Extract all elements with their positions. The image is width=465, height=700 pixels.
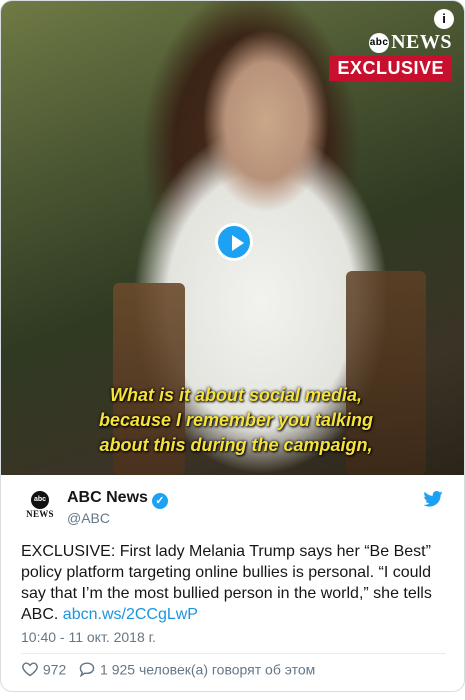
video-caption: What is it about social media, because I… (98, 385, 374, 455)
divider (21, 653, 446, 654)
abc-news-logo: abc NEWS (369, 31, 452, 54)
tweet-card: i abc NEWS EXCLUSIVE What is it about soc… (0, 0, 465, 692)
heart-icon[interactable] (21, 661, 39, 677)
tweet-author: abc NEWS ABC News ✓ @ABC (21, 487, 446, 527)
tweet-text: EXCLUSIVE: First lady Melania Trump says… (21, 541, 446, 625)
info-icon[interactable]: i (434, 9, 454, 29)
twitter-bird-icon[interactable] (423, 491, 443, 507)
author-handle[interactable]: @ABC (67, 510, 110, 526)
verified-badge-icon: ✓ (151, 493, 168, 509)
reply-bubble-icon[interactable] (78, 661, 96, 678)
conversation-count[interactable]: 1 925 человек(а) говорят об этом (100, 661, 315, 677)
like-count[interactable]: 972 (43, 661, 66, 677)
tweet-timestamp[interactable]: 10:40 - 11 окт. 2018 г. (21, 629, 156, 645)
exclusive-banner: EXCLUSIVE (329, 56, 452, 81)
tweet-actions: 972 1 925 человек(а) говорят об этом (21, 660, 315, 678)
author-name[interactable]: ABC News ✓ (67, 489, 168, 509)
play-icon[interactable] (215, 223, 253, 261)
network-badge: abc NEWS EXCLUSIVE (329, 31, 452, 81)
tweet-link[interactable]: abcn.ws/2CCgLwP (63, 606, 198, 623)
video-thumbnail[interactable]: i abc NEWS EXCLUSIVE What is it about soc… (1, 1, 464, 475)
avatar[interactable]: abc NEWS (21, 487, 59, 525)
